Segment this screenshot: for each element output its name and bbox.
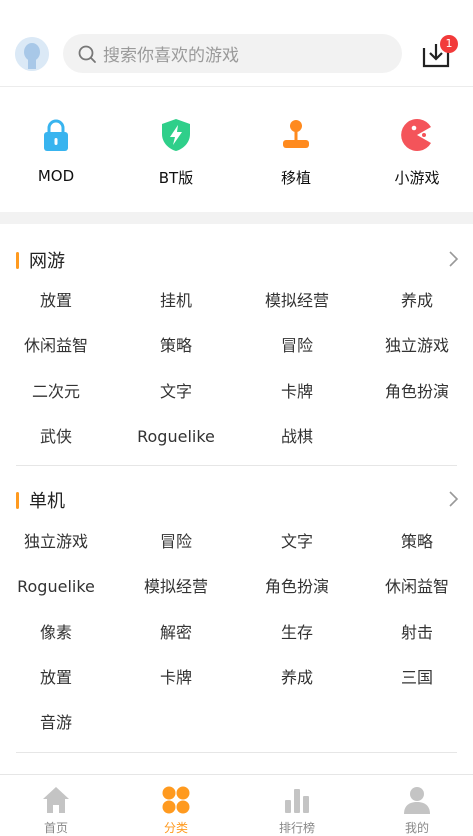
category-icon xyxy=(162,786,190,814)
user-icon xyxy=(404,787,430,814)
tab-ranking[interactable]: 排行榜 xyxy=(238,775,356,836)
tag-item[interactable]: 角色扮演 xyxy=(238,576,356,598)
tag-item[interactable]: 模拟经营 xyxy=(238,290,356,312)
quick-categories: MOD BT版 移植 小游戏 xyxy=(0,88,473,212)
section-title-offline: 单机 xyxy=(16,489,65,512)
bottom-tab-bar: 首页 分类 排行榜 我的 xyxy=(0,774,473,836)
section-divider xyxy=(16,752,457,753)
avatar-icon xyxy=(15,37,49,71)
search-placeholder: 搜索你喜欢的游戏 xyxy=(103,46,239,66)
title-accent-bar xyxy=(16,251,19,269)
quick-category-label: 移植 xyxy=(280,169,311,187)
ranking-icon xyxy=(285,789,309,813)
tag-item[interactable]: 解密 xyxy=(117,622,235,644)
tag-item[interactable]: 冒险 xyxy=(238,335,356,357)
quick-category-mini[interactable]: 小游戏 xyxy=(362,88,472,188)
tab-label: 排行榜 xyxy=(278,821,315,835)
search-icon xyxy=(78,45,96,63)
tag-item[interactable]: 休闲益智 xyxy=(358,576,473,598)
tag-item[interactable]: 文字 xyxy=(117,381,235,403)
avatar[interactable] xyxy=(15,37,49,71)
tag-item[interactable]: 策略 xyxy=(358,531,473,553)
tag-item[interactable]: 模拟经营 xyxy=(117,576,235,598)
tag-item[interactable]: 休闲益智 xyxy=(0,335,115,357)
tag-item[interactable]: 卡牌 xyxy=(117,667,235,689)
home-icon xyxy=(43,787,69,813)
quick-category-bt[interactable]: BT版 xyxy=(121,88,231,188)
tab-mine[interactable]: 我的 xyxy=(358,775,473,836)
tag-item[interactable]: 养成 xyxy=(238,667,356,689)
tab-label: 首页 xyxy=(43,821,68,835)
tag-item[interactable]: 射击 xyxy=(358,622,473,644)
tag-item[interactable]: 武侠 xyxy=(0,426,115,448)
tab-label: 我的 xyxy=(404,821,429,835)
tag-item[interactable]: 冒险 xyxy=(117,531,235,553)
shield-lightning-icon xyxy=(162,119,190,151)
tag-item[interactable]: 像素 xyxy=(0,622,115,644)
tag-item[interactable]: 卡牌 xyxy=(238,381,356,403)
quick-category-port[interactable]: 移植 xyxy=(241,88,351,188)
lock-icon xyxy=(44,119,68,151)
tag-item[interactable]: 音游 xyxy=(0,712,115,734)
tag-item[interactable]: 独立游戏 xyxy=(358,335,473,357)
joystick-icon xyxy=(283,120,309,148)
tab-label: 分类 xyxy=(163,821,188,835)
quick-category-mod[interactable]: MOD xyxy=(1,88,111,185)
tag-item[interactable]: Roguelike xyxy=(117,426,235,448)
tag-item[interactable]: 放置 xyxy=(0,290,115,312)
tag-item[interactable]: 生存 xyxy=(238,622,356,644)
tag-item[interactable]: 独立游戏 xyxy=(0,531,115,553)
tag-item[interactable]: 放置 xyxy=(0,667,115,689)
tab-category[interactable]: 分类 xyxy=(117,775,235,836)
tag-item[interactable]: 养成 xyxy=(358,290,473,312)
search-bar[interactable]: 搜索你喜欢的游戏 xyxy=(63,34,402,73)
tag-item[interactable]: 策略 xyxy=(117,335,235,357)
pacman-icon xyxy=(401,119,431,151)
chevron-right-icon[interactable] xyxy=(446,249,460,269)
tag-item[interactable]: 角色扮演 xyxy=(358,381,473,403)
tab-home[interactable]: 首页 xyxy=(0,775,115,836)
download-badge: 1 xyxy=(440,35,458,53)
quick-category-label: 小游戏 xyxy=(394,169,440,187)
tag-item[interactable]: 三国 xyxy=(358,667,473,689)
tag-item[interactable]: 挂机 xyxy=(117,290,235,312)
section-title-text: 单机 xyxy=(29,491,65,512)
section-gap xyxy=(0,212,473,224)
tag-item[interactable]: 战棋 xyxy=(238,426,356,448)
section-divider xyxy=(16,465,457,466)
tag-item[interactable]: 文字 xyxy=(238,531,356,553)
quick-category-label: BT版 xyxy=(158,169,194,187)
tag-item[interactable]: 二次元 xyxy=(0,381,115,403)
title-accent-bar xyxy=(16,491,19,509)
section-title-online: 网游 xyxy=(16,249,65,272)
tag-item[interactable]: Roguelike xyxy=(0,576,115,598)
section-title-text: 网游 xyxy=(29,251,65,272)
chevron-right-icon[interactable] xyxy=(446,489,460,509)
quick-category-label: MOD xyxy=(37,167,75,185)
header: 搜索你喜欢的游戏 1 xyxy=(0,0,473,87)
